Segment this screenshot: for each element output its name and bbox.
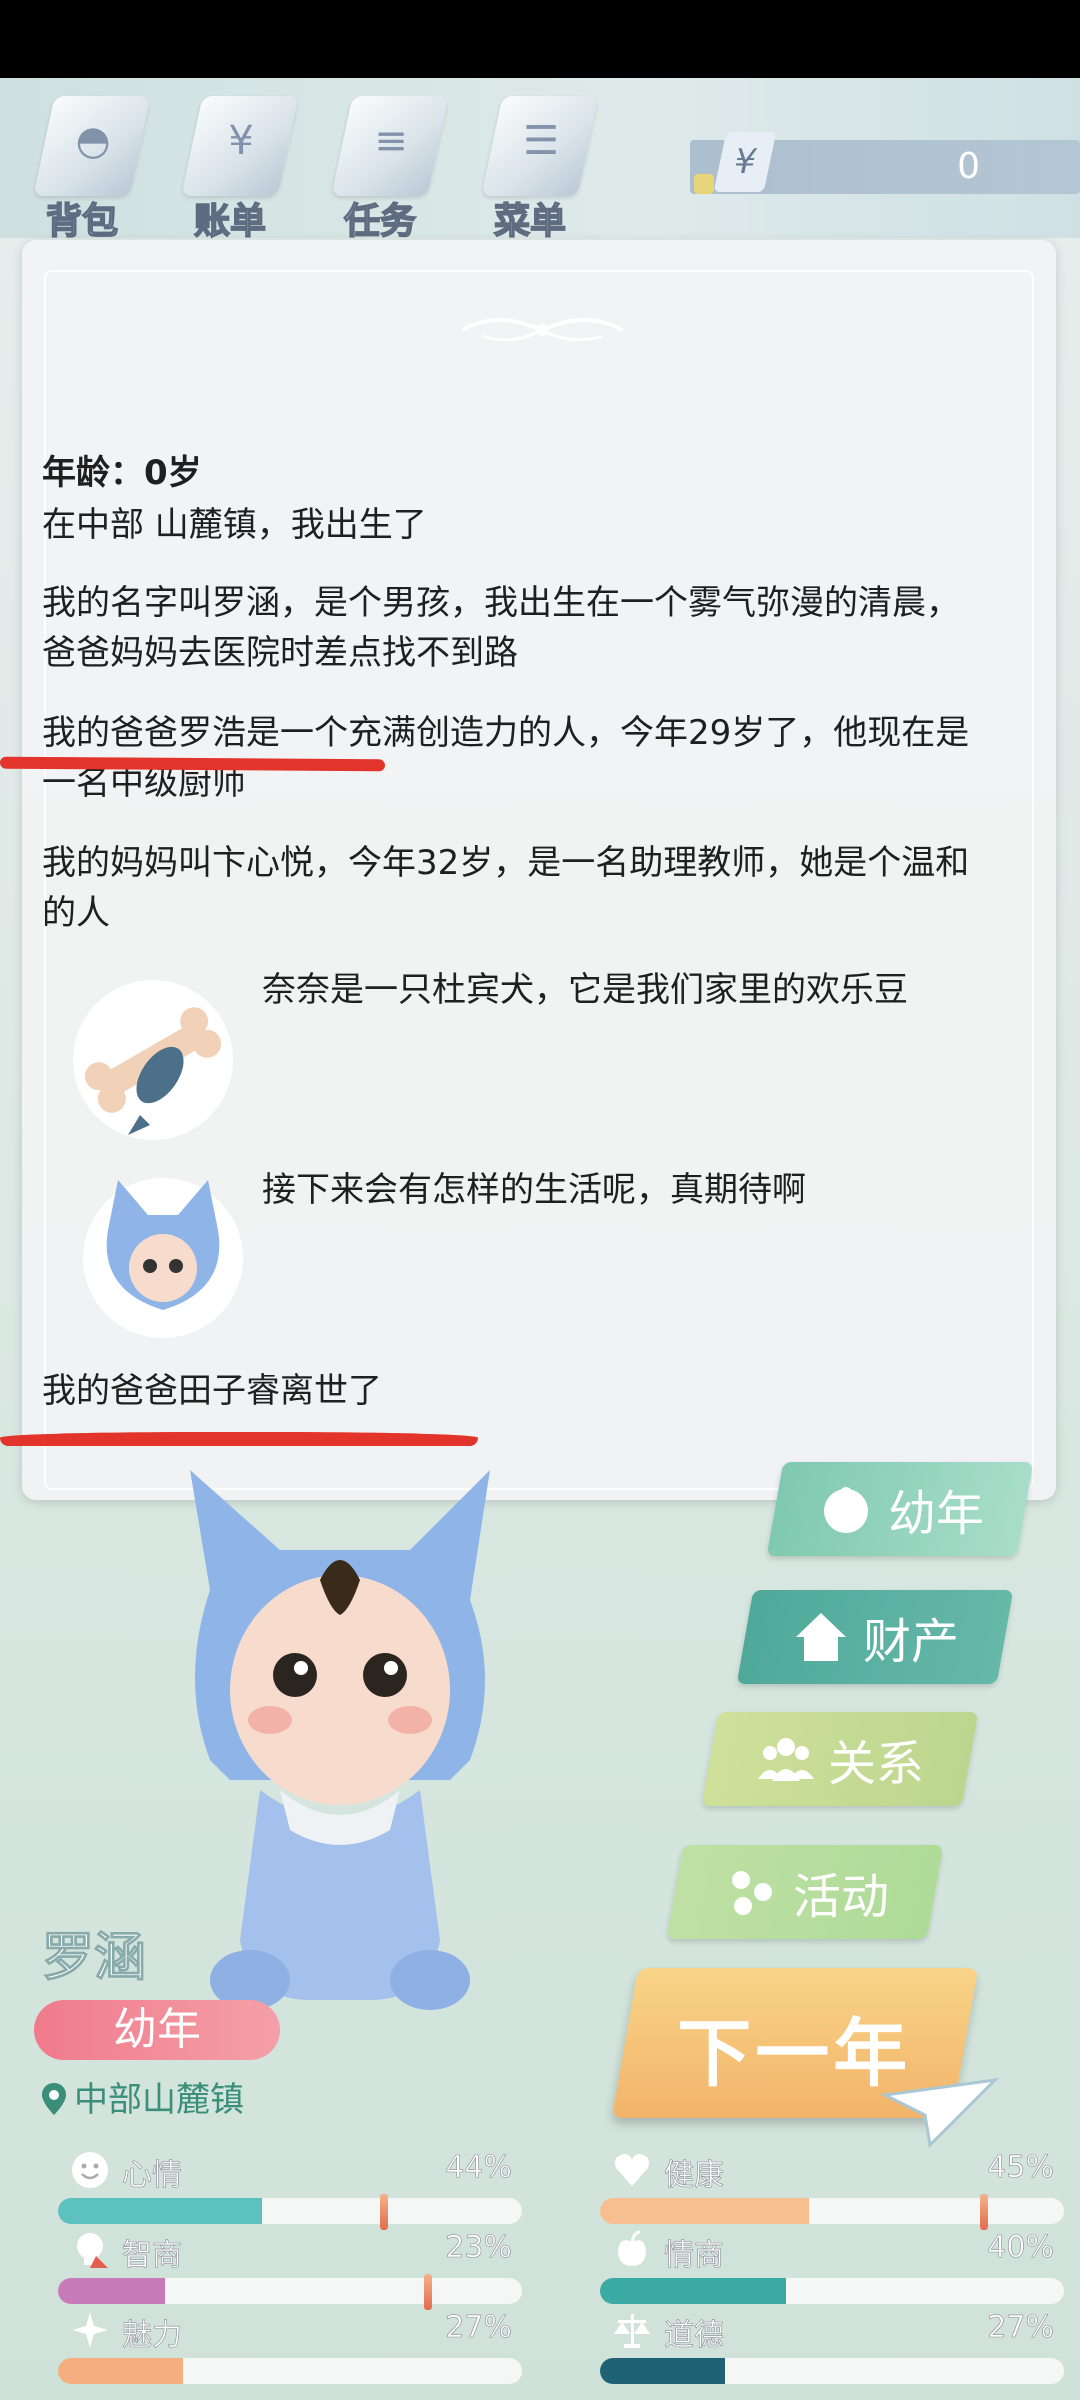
- scale-icon: [614, 2314, 650, 2348]
- relations-button[interactable]: 关系: [701, 1712, 979, 1806]
- money-display: ¥ 0: [690, 132, 1080, 194]
- stat-bar-fill: [600, 2198, 809, 2224]
- pet-text: 奈奈是一只杜宾犬，它是我们家里的欢乐豆: [262, 970, 908, 1010]
- location-pin-icon: [42, 2083, 66, 2115]
- money-amount: 0: [957, 146, 980, 187]
- story-paragraph-3: 我的妈妈叫卞心悦，今年32岁，是一名助理教师，她是个温和的人: [42, 843, 970, 933]
- born-text: 在中部 山麓镇，我出生了: [42, 505, 427, 545]
- stat-bar-fill: [58, 2358, 184, 2384]
- threshold-marker: [380, 2194, 388, 2230]
- backpack-button[interactable]: ◓ 背包: [22, 96, 152, 243]
- apple-icon: [618, 2230, 646, 2266]
- stats-panel: 心情 44% 健康 45% 智商 23% 情商 40% 魅力 27% 道德 27…: [30, 2150, 1064, 2400]
- house-icon: [795, 1613, 846, 1661]
- menu-icon: ☰: [481, 96, 599, 196]
- baby-character: [190, 1470, 490, 2010]
- future-text: 接下来会有怎样的生活呢，真期待啊: [262, 1170, 806, 1210]
- heart-icon: [615, 2154, 649, 2186]
- bill-icon: ¥: [181, 96, 299, 196]
- stat-eq: 情商 40%: [600, 2230, 1064, 2310]
- threshold-marker: [424, 2274, 432, 2310]
- stage-badge: 幼年: [34, 2000, 280, 2060]
- status-bar: [0, 0, 1080, 78]
- backpack-icon: ◓: [33, 96, 151, 196]
- stat-mood: 心情 44%: [58, 2150, 522, 2230]
- stat-bar-fill: [600, 2278, 786, 2304]
- stat-health: 健康 45%: [600, 2150, 1064, 2230]
- stat-charm: 魅力 27%: [58, 2310, 522, 2390]
- property-button[interactable]: 财产: [736, 1590, 1014, 1684]
- stat-morality: 道德 27%: [600, 2310, 1064, 2390]
- task-icon: ≡: [331, 96, 449, 196]
- activities-button[interactable]: 活动: [666, 1845, 944, 1939]
- stage-button[interactable]: 幼年: [766, 1462, 1034, 1556]
- stat-iq: 智商 23%: [58, 2230, 522, 2310]
- task-button[interactable]: ≡ 任务: [320, 96, 450, 243]
- last-event-text: 我的爸爸田子睿离世了: [42, 1371, 382, 1411]
- sparkle-icon: [72, 2312, 108, 2348]
- menu-button[interactable]: ☰ 菜单: [470, 96, 600, 243]
- coin-icon: [694, 174, 714, 194]
- red-underline-2: [0, 1432, 478, 1446]
- ornament-icon: [461, 318, 623, 342]
- story-paragraph-1: 我的名字叫罗涵，是个男孩，我出生在一个雾气弥漫的清晨，爸爸妈妈去医院时差点找不到…: [42, 583, 960, 673]
- dog-bone-icon: [73, 980, 233, 1140]
- smiley-icon: [72, 2152, 108, 2188]
- stat-bar-fill: [600, 2358, 726, 2384]
- location: 中部山麓镇: [42, 2072, 244, 2121]
- stat-bar-fill: [58, 2278, 165, 2304]
- yen-icon: ¥: [713, 132, 777, 192]
- people-icon: [757, 1738, 814, 1781]
- bulb-icon: [77, 2233, 108, 2268]
- baby-icon: [823, 1487, 868, 1533]
- bill-button[interactable]: ¥ 账单: [170, 96, 300, 243]
- baby-avatar-icon: [83, 1178, 243, 1338]
- character-name: 罗涵: [41, 1928, 147, 1989]
- stat-bar-fill: [58, 2198, 263, 2224]
- activities-icon: [731, 1871, 772, 1915]
- threshold-marker: [980, 2194, 988, 2230]
- age-text: 年龄：0岁: [42, 453, 202, 493]
- paper-plane-icon: [880, 2077, 1000, 2149]
